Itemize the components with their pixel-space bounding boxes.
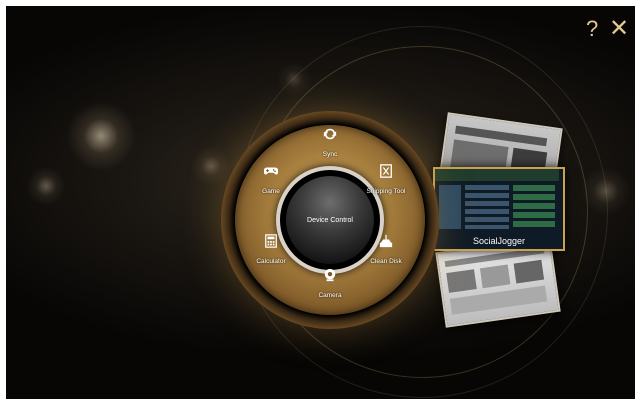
wheel-item-sync[interactable]: Sync: [300, 127, 360, 161]
bokeh-light: [66, 101, 136, 171]
wheel-item-label: Camera: [318, 292, 342, 299]
clean-disk-icon: [379, 234, 393, 248]
close-icon[interactable]: ✕: [609, 17, 629, 41]
thumb-tile: [479, 264, 511, 289]
thumb-tile: [513, 259, 545, 284]
calculator-icon: [265, 234, 277, 248]
scissors-icon: [380, 164, 392, 178]
sync-icon: [323, 128, 337, 140]
wheel-item-camera[interactable]: Camera: [300, 268, 360, 302]
wheel-item-label: Snipping Tool: [366, 188, 406, 195]
wheel-item-calculator[interactable]: Calculator: [241, 234, 301, 268]
wheel-item-label: Calculator: [256, 258, 286, 265]
bokeh-light: [191, 146, 231, 186]
thumb-header-bar: [435, 169, 559, 181]
wheel-item-snipping-tool[interactable]: Snipping Tool: [356, 164, 416, 198]
camera-icon: [324, 268, 336, 282]
thumb-sidebar: [439, 185, 461, 229]
bokeh-light: [26, 166, 66, 206]
help-icon[interactable]: ?: [586, 18, 598, 40]
gamepad-icon: [264, 167, 278, 175]
wheel-item-label: Clean Disk: [370, 258, 402, 265]
wheel-item-label: Sync: [322, 151, 338, 158]
app-thumbnail-selected[interactable]: SocialJogger: [433, 167, 565, 251]
device-control-label: Device Control: [307, 216, 353, 224]
desktop-launcher: ? ✕ SocialJogger Device Control Sync Sni…: [6, 6, 635, 399]
thumb-feed-list: [465, 185, 509, 229]
thumb-tile: [446, 269, 477, 293]
wheel-item-label: Game: [262, 188, 280, 195]
wheel-item-game[interactable]: Game: [241, 164, 301, 198]
wheel-item-clean-disk[interactable]: Clean Disk: [356, 234, 416, 268]
selected-app-label: SocialJogger: [472, 236, 526, 246]
thumb-feed-list: [513, 185, 555, 229]
